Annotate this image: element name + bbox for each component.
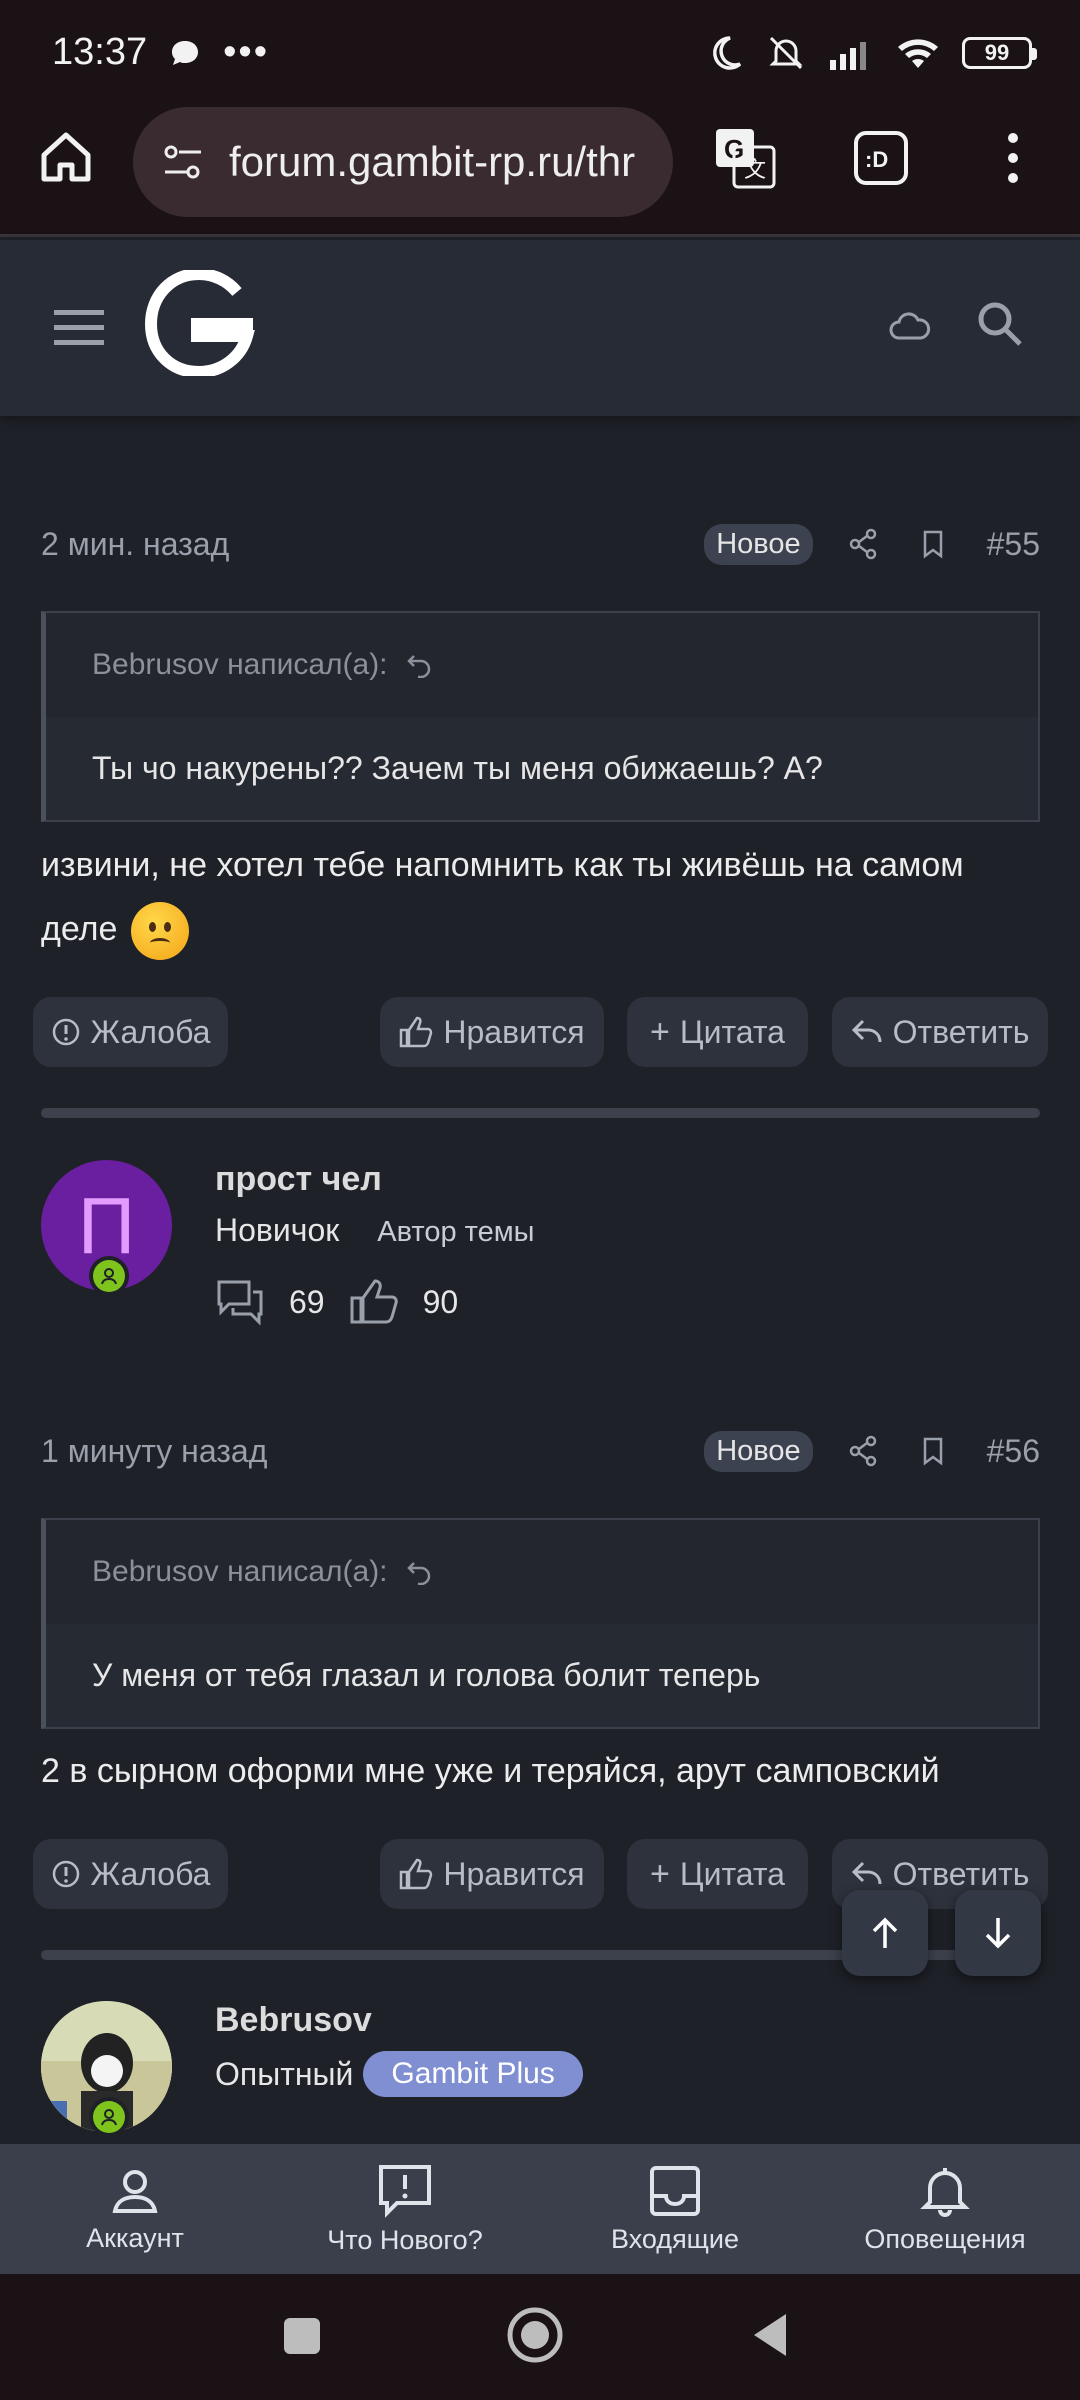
likes-icon bbox=[350, 1279, 398, 1324]
post-body: 2 в сырном оформи мне уже и теряйся, ару… bbox=[41, 1752, 940, 1790]
bell-icon bbox=[920, 2167, 970, 2217]
username[interactable]: Bebrusov bbox=[215, 2001, 372, 2040]
back-button[interactable] bbox=[748, 2310, 790, 2360]
online-indicator bbox=[89, 1256, 129, 1296]
quote-block: Bebrusov написал(а): У меня от тебя глаз… bbox=[41, 1518, 1040, 1729]
reply-button[interactable]: Ответить bbox=[832, 997, 1048, 1067]
message-count: 69 bbox=[289, 1283, 325, 1320]
quote-button[interactable]: + Цитата bbox=[627, 997, 808, 1067]
system-navigation-bar bbox=[0, 2274, 1080, 2400]
clock: 13:37 bbox=[52, 31, 148, 73]
bell-muted-icon bbox=[769, 36, 803, 69]
messages-icon bbox=[217, 1280, 263, 1326]
username[interactable]: прост чел bbox=[215, 1160, 382, 1199]
thumbs-up-icon bbox=[400, 1858, 433, 1890]
wifi-icon bbox=[898, 38, 938, 68]
post-actions: Жалоба Нравится + Цитата Ответить bbox=[0, 997, 1080, 1067]
quote-button[interactable]: + Цитата bbox=[627, 1839, 808, 1909]
online-indicator bbox=[89, 2097, 129, 2137]
bookmark-icon[interactable] bbox=[917, 1435, 949, 1467]
scroll-down-button[interactable] bbox=[955, 1890, 1041, 1976]
user-title: Новичок Автор темы bbox=[215, 1212, 535, 1248]
address-bar[interactable]: forum.gambit-rp.ru/thr bbox=[133, 107, 673, 217]
reply-arrow-icon bbox=[851, 1861, 882, 1885]
like-button[interactable]: Нравится bbox=[380, 1839, 604, 1909]
forum-header bbox=[0, 240, 1080, 416]
home-icon[interactable] bbox=[36, 127, 96, 187]
quote-author[interactable]: Bebrusov написал(а): bbox=[92, 1555, 388, 1589]
message-icon bbox=[172, 40, 199, 65]
forum-bottom-nav: Аккаунт Что Нового? Входящие Оповещения bbox=[0, 2144, 1080, 2274]
post-body: извини, не хотел тебе напомнить как ты ж… bbox=[41, 833, 1041, 961]
share-icon[interactable] bbox=[847, 1435, 879, 1467]
arrow-down-icon bbox=[985, 1918, 1011, 1949]
jump-to-quote-icon[interactable] bbox=[406, 652, 432, 678]
post-date[interactable]: 1 минуту назад bbox=[41, 1433, 704, 1470]
plus-icon: + bbox=[650, 1854, 670, 1893]
plus-icon: + bbox=[650, 1012, 670, 1051]
post-date[interactable]: 2 мин. назад bbox=[41, 526, 704, 563]
more-dots-icon: ••• bbox=[223, 31, 270, 73]
hamburger-menu-icon[interactable] bbox=[54, 308, 104, 348]
report-button[interactable]: Жалоба bbox=[33, 997, 228, 1067]
quote-block: Bebrusov написал(а): Ты чо накурены?? За… bbox=[41, 611, 1040, 822]
user-stats: 69 90 bbox=[215, 1278, 458, 1326]
scroll-up-button[interactable] bbox=[842, 1890, 928, 1976]
jump-to-quote-icon[interactable] bbox=[406, 1559, 432, 1585]
thread-author-label: Автор темы bbox=[377, 1216, 535, 1248]
share-icon[interactable] bbox=[847, 528, 879, 560]
recents-button[interactable] bbox=[282, 2316, 322, 2356]
gambit-plus-badge: Gambit Plus bbox=[363, 2051, 583, 2097]
nav-account[interactable]: Аккаунт bbox=[0, 2144, 270, 2274]
reply-arrow-icon bbox=[851, 1019, 882, 1043]
signal-icon bbox=[830, 41, 866, 70]
nav-notifications[interactable]: Оповещения bbox=[810, 2144, 1080, 2274]
user-icon bbox=[112, 2169, 158, 2213]
svg-text::D: :D bbox=[865, 147, 888, 172]
post-number[interactable]: #56 bbox=[987, 1433, 1040, 1470]
report-button[interactable]: Жалоба bbox=[33, 1839, 228, 1909]
online-user-icon bbox=[101, 1268, 117, 1285]
bookmark-icon[interactable] bbox=[917, 528, 949, 560]
inbox-icon bbox=[650, 2165, 700, 2216]
alert-bubble-icon bbox=[379, 2164, 431, 2218]
quote-author[interactable]: Bebrusov написал(а): bbox=[92, 648, 388, 682]
online-user-icon bbox=[101, 2109, 117, 2126]
extension-icon[interactable]: :D bbox=[852, 129, 910, 187]
arrow-up-icon bbox=[872, 1917, 898, 1948]
warning-circle-icon bbox=[52, 1860, 79, 1888]
battery-indicator: 99 bbox=[962, 36, 1037, 69]
nav-whats-new[interactable]: Что Нового? bbox=[270, 2144, 540, 2274]
browser-toolbar: forum.gambit-rp.ru/thr G文 :D bbox=[0, 105, 1080, 237]
site-settings-icon[interactable] bbox=[161, 140, 205, 184]
post-meta: 2 мин. назад Новое #55 bbox=[0, 514, 1080, 574]
quote-text: Ты чо накурены?? Зачем ты меня обижаешь?… bbox=[92, 750, 823, 786]
url-text: forum.gambit-rp.ru/thr bbox=[229, 138, 636, 185]
post-number[interactable]: #55 bbox=[987, 526, 1040, 563]
menu-dots-icon[interactable] bbox=[998, 131, 1028, 185]
moon-icon bbox=[713, 35, 742, 70]
post-meta: 1 минуту назад Новое #56 bbox=[0, 1421, 1080, 1481]
thumbs-up-icon bbox=[400, 1016, 433, 1048]
post-divider bbox=[41, 1108, 1040, 1118]
cloud-icon[interactable] bbox=[887, 308, 931, 344]
user-title: Опытный Gambit Plus bbox=[215, 2051, 583, 2097]
nav-inbox[interactable]: Входящие bbox=[540, 2144, 810, 2274]
like-button[interactable]: Нравится bbox=[380, 997, 604, 1067]
search-icon[interactable] bbox=[976, 300, 1024, 348]
translate-icon[interactable]: G文 bbox=[712, 125, 778, 191]
home-button[interactable] bbox=[506, 2306, 564, 2364]
new-badge: Новое bbox=[704, 1430, 813, 1472]
sad-face-emoji bbox=[130, 902, 189, 961]
status-bar: 13:37 ••• 99 bbox=[0, 0, 1080, 105]
svg-text:文: 文 bbox=[744, 158, 766, 183]
gambit-logo[interactable] bbox=[145, 270, 255, 376]
quote-text: У меня от тебя глазал и голова болит теп… bbox=[92, 1657, 761, 1693]
likes-count: 90 bbox=[422, 1283, 459, 1320]
new-badge: Новое bbox=[704, 523, 813, 565]
warning-circle-icon bbox=[52, 1018, 79, 1046]
